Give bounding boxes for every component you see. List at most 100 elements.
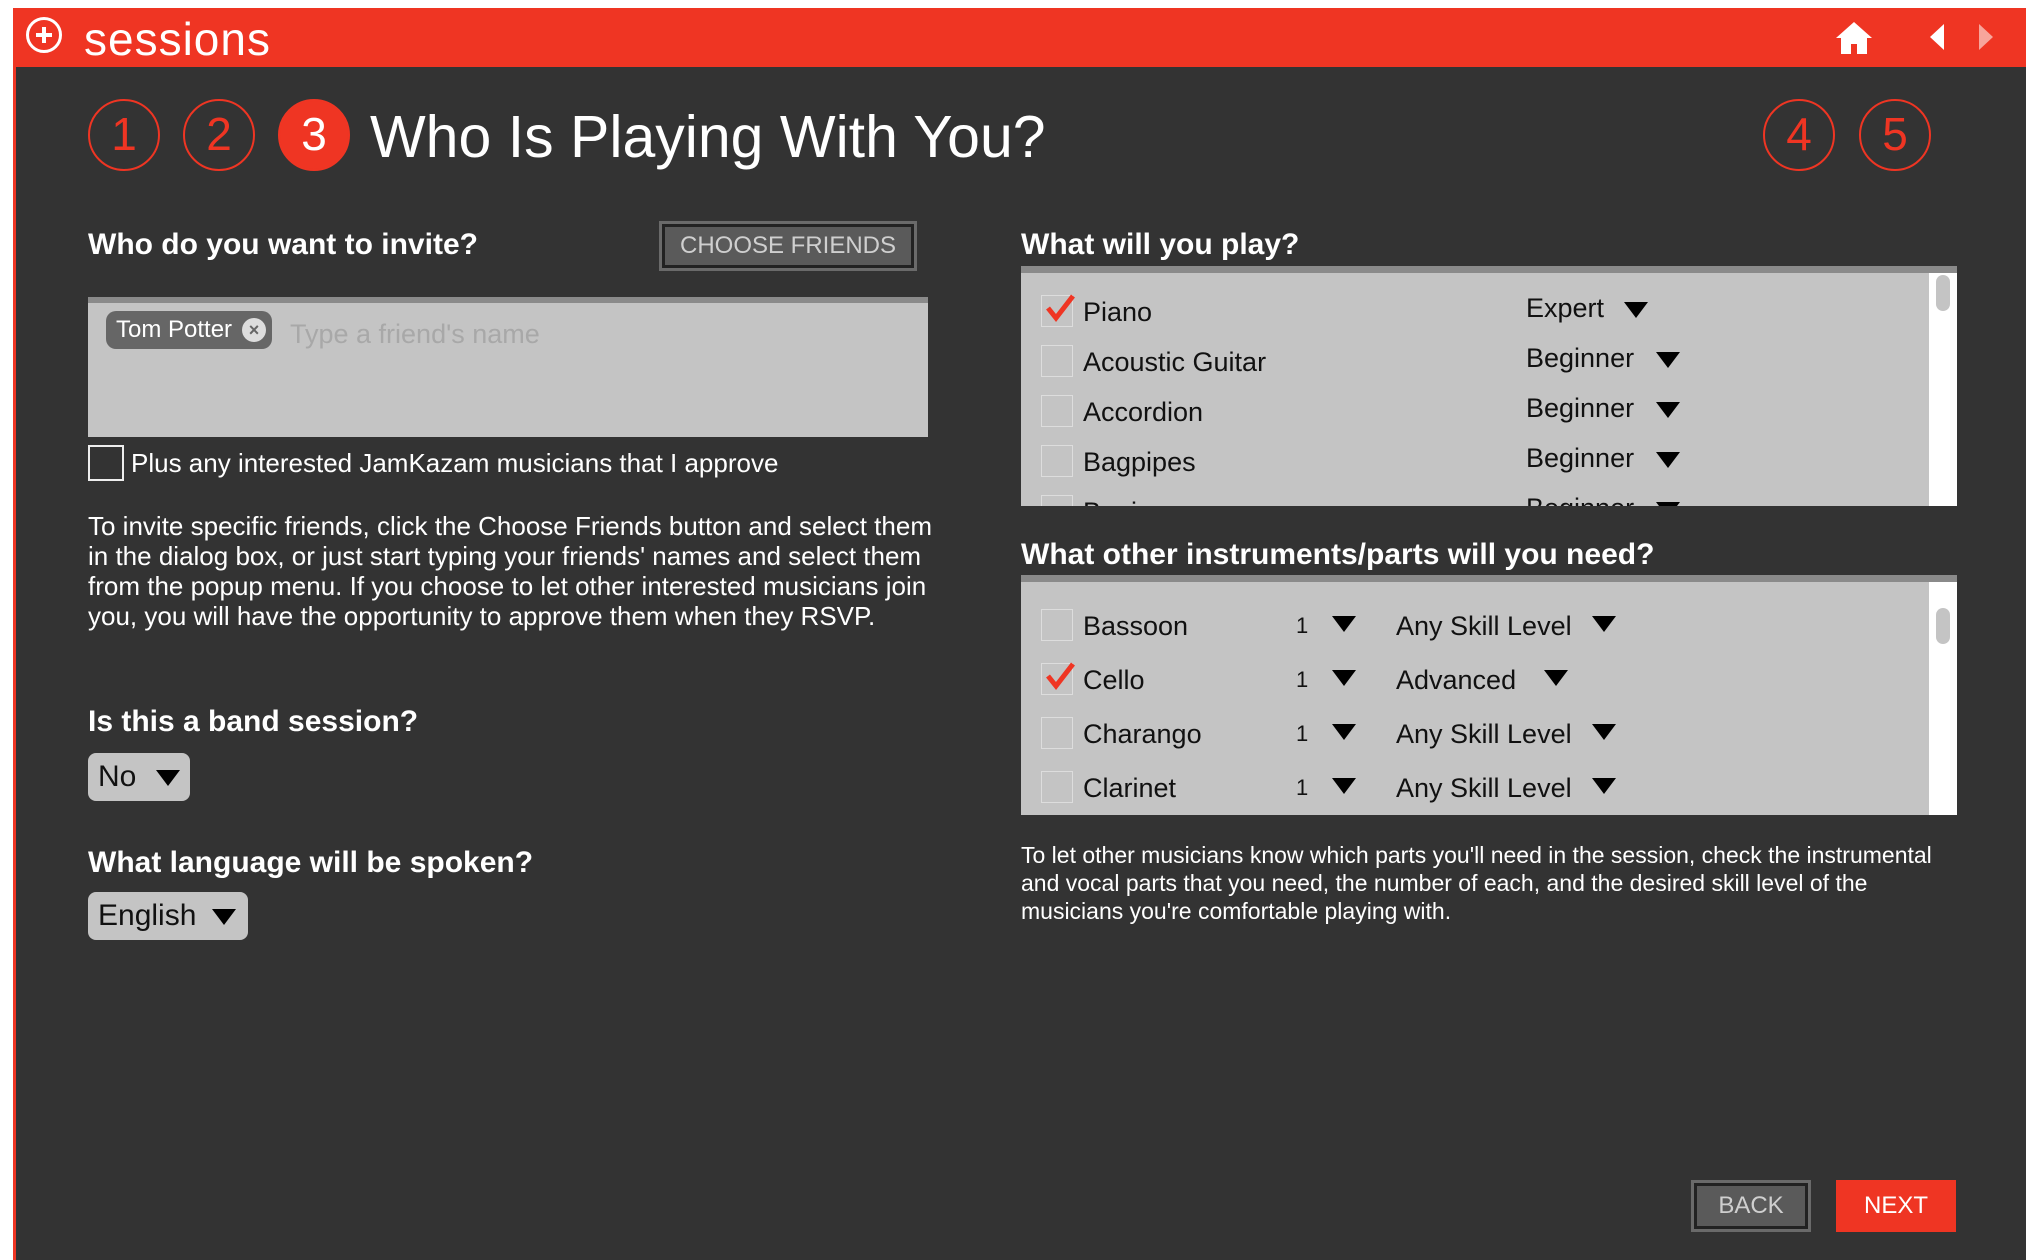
instrument-name: Charango [1083, 719, 1202, 749]
friend-chip-label: Tom Potter [116, 316, 233, 343]
approve-musicians-checkbox[interactable] [88, 445, 124, 481]
list-item: Acoustic Guitar Beginner [1021, 333, 1957, 381]
skill-level-select[interactable]: Any Skill Level [1396, 773, 1572, 804]
checkmark-icon [1046, 662, 1075, 691]
cello-checkbox[interactable] [1041, 662, 1075, 695]
chevron-down-icon [1332, 778, 1356, 794]
count-select[interactable]: 1 [1296, 775, 1308, 801]
right-arrow-icon[interactable] [1971, 22, 2001, 52]
list-item: Accordion Beginner [1021, 383, 1957, 431]
friend-chip: Tom Potter × [106, 311, 273, 349]
chevron-down-icon [212, 909, 236, 925]
play-label: What will you play? [1021, 228, 1300, 261]
checkmark-icon [1046, 294, 1075, 323]
need-scrollbar[interactable] [1929, 582, 1957, 815]
friend-name-input[interactable] [288, 313, 852, 355]
chevron-down-icon [1592, 778, 1616, 794]
count-value: 1 [1296, 721, 1309, 746]
scrollbar-thumb[interactable] [1936, 608, 1950, 644]
piano-checkbox[interactable] [1041, 294, 1075, 327]
skill-level-select[interactable]: Beginner [1526, 393, 1634, 424]
choose-friends-button[interactable]: CHOOSE FRIENDS [659, 221, 917, 271]
app-frame: sessions 1 2 3 Who Is Playing With You? … [13, 8, 2026, 1260]
back-button[interactable]: BACK [1691, 1180, 1811, 1232]
play-scrollbar[interactable] [1929, 273, 1957, 506]
skill-level-select[interactable]: Any Skill Level [1396, 611, 1572, 642]
step-5[interactable]: 5 [1859, 99, 1931, 171]
language-select[interactable]: English [88, 892, 248, 940]
instrument-name: Accordion [1083, 397, 1204, 427]
need-help-text: To let other musicians know which parts … [1021, 842, 1932, 924]
skill-level-select[interactable]: Beginner [1526, 443, 1634, 474]
list-item: Cello 1 Advanced [1021, 651, 1957, 699]
language-value: English [98, 899, 197, 932]
skill-level-value: Any Skill Level [1396, 719, 1572, 749]
skill-level-select[interactable]: Beginner [1526, 343, 1634, 374]
scrollbar-thumb[interactable] [1936, 275, 1950, 311]
clarinet-checkbox[interactable] [1041, 771, 1073, 803]
close-icon[interactable]: × [242, 318, 267, 342]
play-list: Piano Expert Acoustic Guitar Beginner Ac… [1021, 266, 1957, 506]
skill-level-select[interactable]: Beginner [1526, 493, 1634, 506]
chevron-down-icon [1592, 616, 1616, 632]
list-item: Bagpipes Beginner [1021, 433, 1957, 481]
accordion-checkbox[interactable] [1041, 395, 1073, 427]
step-3-active[interactable]: 3 [278, 99, 350, 171]
left-arrow-icon[interactable] [1922, 22, 1952, 52]
next-button[interactable]: NEXT [1836, 1180, 1956, 1232]
acoustic-guitar-checkbox[interactable] [1041, 345, 1073, 377]
chevron-down-icon [1656, 452, 1680, 468]
count-value: 1 [1296, 613, 1309, 638]
step-1[interactable]: 1 [88, 99, 160, 171]
need-list: Bassoon 1 Any Skill Level Cello 1 Advanc… [1021, 575, 1957, 815]
bassoon-checkbox[interactable] [1041, 609, 1073, 641]
band-session-value: No [98, 760, 137, 793]
home-icon[interactable] [1834, 18, 1874, 58]
invite-field[interactable]: Tom Potter × [88, 297, 928, 437]
instrument-name: Bagpipes [1083, 447, 1196, 477]
count-select[interactable]: 1 [1296, 721, 1308, 747]
count-select[interactable]: 1 [1296, 613, 1308, 639]
skill-level-value: Expert [1526, 293, 1605, 323]
skill-level-value: Any Skill Level [1396, 773, 1572, 803]
skill-level-value: Beginner [1526, 493, 1634, 506]
charango-checkbox[interactable] [1041, 717, 1073, 749]
chevron-down-icon [1624, 302, 1648, 318]
chevron-down-icon [1592, 724, 1616, 740]
invite-help-text: To invite specific friends, click the Ch… [88, 511, 932, 631]
skill-level-select[interactable]: Any Skill Level [1396, 719, 1572, 750]
instrument-name: Banjo [1083, 497, 1152, 506]
approve-musicians-label: Plus any interested JamKazam musicians t… [131, 448, 779, 478]
step-4[interactable]: 4 [1763, 99, 1835, 171]
skill-level-select[interactable]: Expert [1526, 293, 1604, 324]
skill-level-value: Beginner [1526, 343, 1635, 373]
skill-level-value: Advanced [1396, 665, 1517, 695]
chevron-down-icon [1332, 616, 1356, 632]
band-session-select[interactable]: No [88, 753, 190, 801]
step-2[interactable]: 2 [183, 99, 255, 171]
list-item: Bassoon 1 Any Skill Level [1021, 597, 1957, 645]
invite-label: Who do you want to invite? [88, 228, 478, 261]
chevron-down-icon [1332, 724, 1356, 740]
bagpipes-checkbox[interactable] [1041, 445, 1073, 477]
skill-level-value: Beginner [1526, 393, 1635, 423]
skill-level-value: Beginner [1526, 443, 1635, 473]
list-item: Charango 1 Any Skill Level [1021, 705, 1957, 753]
chevron-down-icon [156, 770, 180, 786]
need-label: What other instruments/parts will you ne… [1021, 538, 1655, 571]
chevron-down-icon [1544, 670, 1568, 686]
instrument-name: Piano [1083, 297, 1153, 327]
count-select[interactable]: 1 [1296, 667, 1308, 693]
skill-level-value: Any Skill Level [1396, 611, 1572, 641]
chevron-down-icon [1332, 670, 1356, 686]
skill-level-select[interactable]: Advanced [1396, 665, 1516, 696]
top-bar: sessions [16, 8, 2026, 67]
app-title: sessions [84, 13, 271, 65]
list-item: Banjo Beginner [1021, 483, 1957, 506]
banjo-checkbox[interactable] [1041, 495, 1073, 506]
count-value: 1 [1296, 775, 1309, 800]
chevron-down-icon [1656, 502, 1680, 506]
instrument-name: Cello [1083, 665, 1145, 695]
plus-circle-icon[interactable] [26, 17, 62, 53]
page-title: Who Is Playing With You? [370, 104, 1046, 170]
